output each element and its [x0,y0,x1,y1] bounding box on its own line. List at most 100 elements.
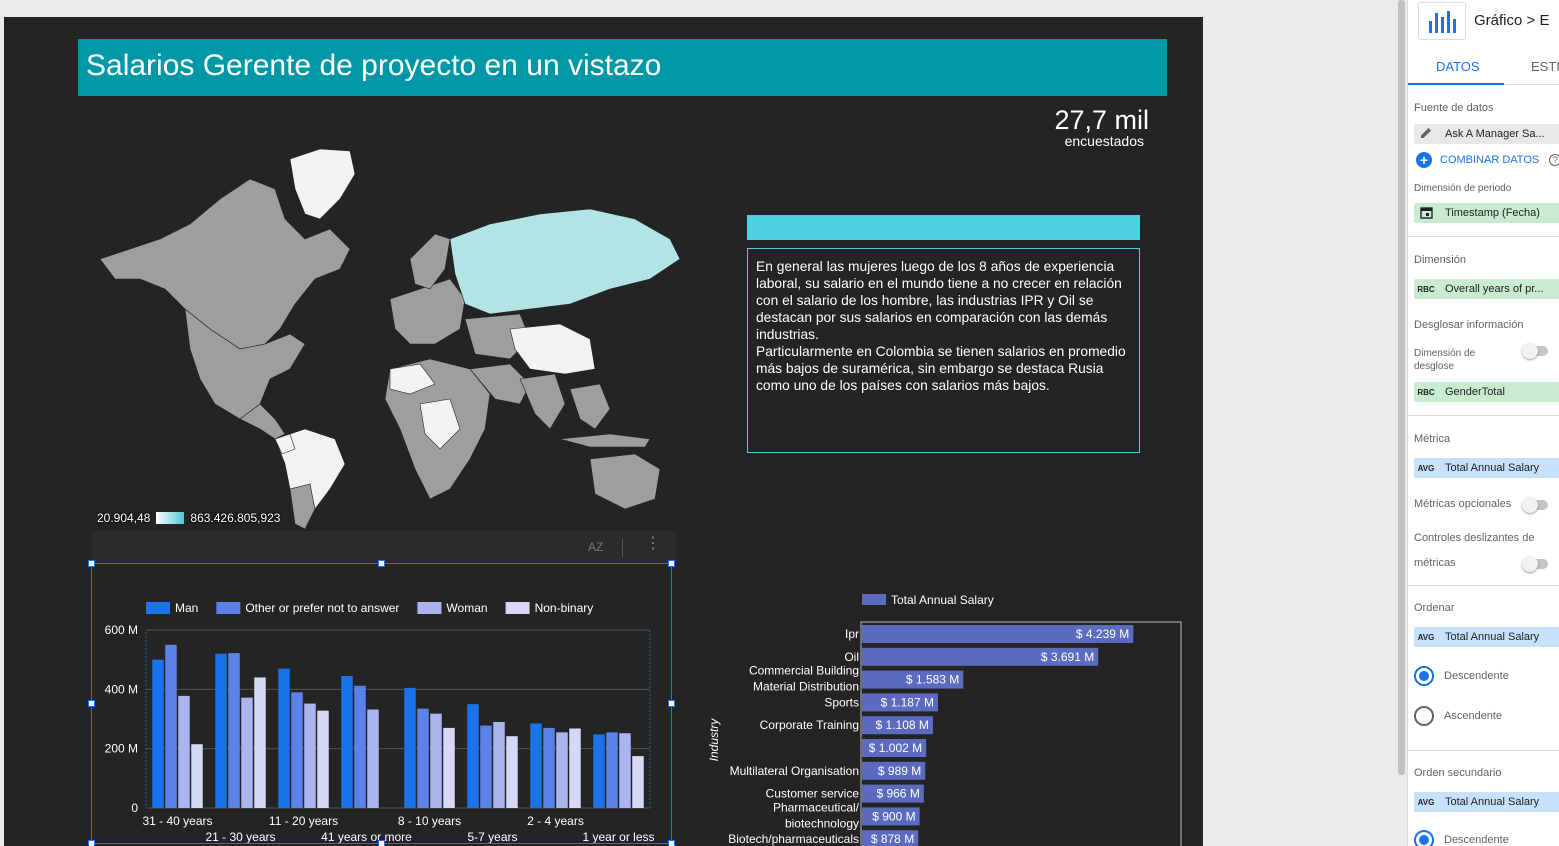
sort-chip[interactable]: AVG Total Annual Salary [1414,627,1559,647]
resize-handle-bl[interactable] [88,840,95,846]
hbar-value-1: $ 3.691 M [1041,650,1094,664]
resize-handle-t[interactable] [378,560,385,567]
drilldown-dimension-label: Dimensión de desglose [1414,348,1476,372]
panel-header: Gráfico > E [1408,0,1559,44]
period-dimension-value: Timestamp (Fecha) [1445,207,1540,219]
map-legend-gradient [156,512,185,524]
hbar-y-axis-title: Industry [707,718,721,762]
help-icon[interactable]: ? [1549,154,1559,166]
chart-toolbar: AZ ⋮ [92,531,676,563]
text-field-icon: RBC [1417,387,1435,397]
active-tab-indicator [1408,83,1504,85]
hbar-label-7: Customer service [766,787,860,801]
hbar-value-2: $ 1.583 M [906,673,959,687]
resize-handle-r[interactable] [668,700,675,707]
text-field-icon: RBC [1417,284,1435,294]
toolbar-divider [622,539,623,557]
resize-handle-br[interactable] [668,840,675,846]
sort-descending-radio[interactable] [1414,666,1434,686]
secondary-sort-value: Total Annual Salary [1445,796,1540,808]
hbar-label-9: Biotech/pharmaceuticals [728,832,859,846]
metric-chip[interactable]: AVG Total Annual Salary [1414,458,1559,478]
scorecard-value: 27,7 mil [1054,105,1149,135]
dimension-value: Overall years of pr... [1445,283,1544,295]
section-divider [1408,236,1559,237]
metric-value: Total Annual Salary [1445,462,1540,474]
hbar-label-1: Oil [844,650,859,664]
hbar-value-6: $ 989 M [878,764,921,778]
chart-selection-frame [88,560,675,846]
metric-label: Métrica [1414,433,1451,445]
resize-handle-l[interactable] [88,700,95,707]
period-dimension-label: Dimensión de periodo [1414,183,1512,194]
combine-data-label: COMBINAR DATOS [1440,154,1540,166]
hbar-value-9: $ 878 M [871,832,914,846]
hbar-value-5: $ 1.002 M [869,741,922,755]
hbar-label-6: Multilateral Organisation [730,764,859,778]
hbar-value-8: $ 900 M [872,809,915,823]
calendar-icon [1414,206,1438,221]
map-legend-min: 20.904,48 [97,511,151,525]
panel-breadcrumb[interactable]: Gráfico > E [1474,12,1549,29]
combine-data-button[interactable]: + COMBINAR DATOS ? [1416,152,1559,168]
map-legend: 20.904,48 863.426.805,923 [97,511,280,525]
map-region-greenland [289,148,356,220]
sort-ascending-label: Ascendente [1444,710,1503,722]
report-title: Salarios Gerente de proyecto en un vista… [86,49,662,82]
properties-panel: Gráfico > E DATOS ESTI Fuente de datos A… [1407,0,1559,846]
drilldown-value: GenderTotal [1445,386,1505,398]
secondary-sort-chip[interactable]: AVG Total Annual Salary [1414,792,1559,812]
drilldown-chip[interactable]: RBC GenderTotal [1414,382,1559,402]
sort-ascending-radio[interactable] [1414,706,1434,726]
secondary-sort-descending-radio[interactable] [1414,830,1434,846]
chart-type-icon[interactable] [1418,2,1466,40]
section-divider [1408,415,1559,416]
canvas-scrollbar[interactable] [1398,0,1405,775]
metric-sliders-label-2: métricas [1414,557,1456,569]
resize-handle-tr[interactable] [668,560,675,567]
respondents-scorecard[interactable]: 27,7 mil encuestados [1054,105,1149,149]
hbar-legend-swatch [862,594,886,605]
scorecard-label: encuestados [1064,133,1144,149]
optional-metrics-label: Métricas opcionales [1414,498,1512,510]
text-header-accent-bar [747,215,1140,240]
hbar-label-2-0: Commercial Building [749,664,859,678]
resize-handle-b[interactable] [378,840,385,846]
salary-by-industry-bar-chart[interactable]: Total Annual Salary Industry $ 4.239 M Ipr $… [700,570,1203,846]
map-region-china [509,323,596,375]
hbar-label-0: Ipr [845,627,859,641]
resize-handle-tl[interactable] [88,560,95,567]
hbar-label-3: Sports [824,695,859,709]
drilldown-toggle[interactable] [1522,343,1548,359]
hbar-value-4: $ 1.108 M [876,718,929,732]
report-canvas: Salarios Gerente de proyecto en un vista… [4,17,1203,846]
tab-style[interactable]: ESTI [1531,59,1559,74]
report-title-bar: Salarios Gerente de proyecto en un vista… [78,39,1167,96]
world-map-chart[interactable] [90,129,690,539]
tab-data[interactable]: DATOS [1436,59,1480,74]
map-region-india [519,373,566,430]
sort-az-icon[interactable]: AZ [588,540,603,554]
map-region-se-asia [569,383,611,430]
insights-paragraph-1: En general las mujeres luego de los 8 añ… [756,259,1122,342]
metric-sliders-toggle[interactable] [1522,556,1548,572]
data-source-label: Fuente de datos [1414,102,1494,114]
secondary-sort-descending-label: Descendente [1444,834,1509,846]
period-dimension-chip[interactable]: Timestamp (Fecha) [1414,203,1559,223]
data-source-chip[interactable]: Ask A Manager Sa... [1414,124,1559,144]
dimension-chip[interactable]: RBC Overall years of pr... [1414,279,1559,299]
hbar-label-4: Corporate Training [760,718,859,732]
drilldown-label: Desglosar información [1414,319,1524,331]
panel-tabs: DATOS ESTI [1408,48,1559,85]
more-options-icon[interactable]: ⋮ [645,536,661,552]
hbar-legend-label: Total Annual Salary [891,593,994,607]
sort-descending-label: Descendente [1444,670,1509,682]
map-region-indonesia [559,433,651,448]
secondary-sort-label: Orden secundario [1414,767,1502,779]
hbar-value-3: $ 1.187 M [881,695,934,709]
map-region-australia [589,453,661,510]
optional-metrics-toggle[interactable] [1522,497,1548,513]
insights-paragraph-2: Particularmente en Colombia se tienen sa… [756,344,1126,393]
pencil-icon[interactable] [1414,126,1438,142]
insights-text-box[interactable]: En general las mujeres luego de los 8 añ… [747,248,1140,453]
